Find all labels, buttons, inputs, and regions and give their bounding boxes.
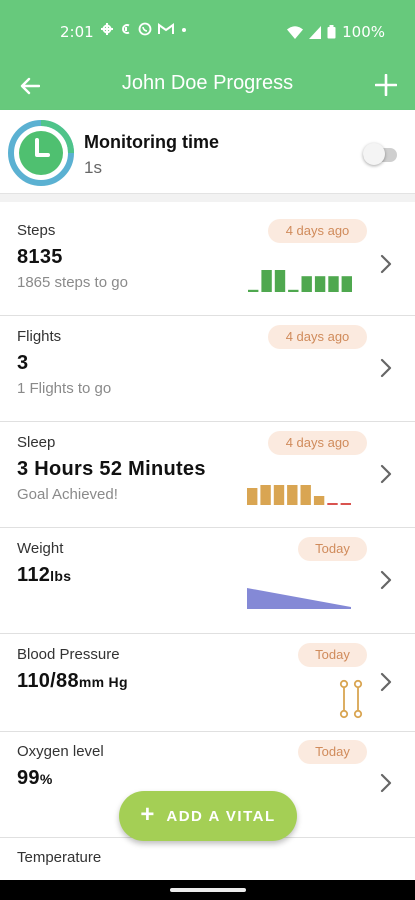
vital-label: Blood Pressure — [17, 646, 120, 663]
chart-bar — [260, 485, 271, 505]
date-badge: 4 days ago — [268, 431, 367, 455]
vital-value-number: 110/88 — [17, 670, 79, 692]
steps-chart — [248, 270, 352, 292]
monitoring-card: Monitoring time 1s — [0, 110, 415, 194]
date-badge: Today — [298, 643, 367, 667]
vital-row-blood-pressure[interactable]: Blood Pressure 110/88mm Hg Today — [0, 634, 415, 732]
vital-label: Sleep — [17, 434, 56, 451]
vital-label: Steps — [17, 222, 56, 239]
signal-icon — [309, 25, 322, 39]
chart-bar — [261, 270, 272, 292]
chart-bar — [327, 503, 338, 505]
chart-bar — [301, 276, 312, 292]
vital-unit: mm Hg — [78, 674, 128, 690]
add-button[interactable] — [369, 68, 403, 102]
vital-value-number: 3 — [17, 352, 29, 374]
date-badge: Today — [298, 740, 367, 764]
vital-sub: Goal Achieved! — [17, 486, 118, 503]
plus-icon: + — [140, 801, 155, 828]
vital-row-temperature[interactable]: Temperature — [0, 838, 415, 880]
vital-label: Temperature — [17, 849, 102, 866]
vital-row-weight[interactable]: Weight 112lbs Today — [0, 528, 415, 634]
vital-row-sleep[interactable]: Sleep 3 Hours 52 Minutes Goal Achieved! … — [0, 422, 415, 528]
chart-bar — [300, 485, 311, 505]
blood-pressure-chart — [339, 679, 363, 719]
plus-icon — [375, 74, 397, 96]
clock-icon — [8, 120, 74, 186]
battery-icon — [327, 25, 336, 39]
whatsapp-icon — [138, 22, 152, 36]
chevron-right-icon — [380, 254, 392, 274]
vital-label: Flights — [17, 328, 62, 345]
chevron-right-icon — [380, 464, 392, 484]
mail-icon — [158, 23, 174, 34]
chart-bar — [273, 485, 285, 505]
date-badge: 4 days ago — [268, 325, 367, 349]
sleep-chart — [247, 485, 351, 505]
system-nav-bar — [0, 880, 415, 900]
chart-bar — [340, 503, 351, 505]
add-vital-label: ADD A VITAL — [166, 807, 276, 825]
chart-bar — [328, 276, 339, 292]
chevron-right-icon — [380, 570, 392, 590]
vital-value-number: 8135 — [17, 246, 63, 268]
chart-bar — [341, 276, 352, 292]
vital-unit: % — [39, 771, 53, 787]
vital-value: 112lbs — [17, 564, 71, 587]
chevron-right-icon — [380, 672, 392, 692]
status-bar: 2:01 100% — [0, 0, 415, 62]
chart-bar — [313, 496, 325, 505]
status-system-icons: 100% — [287, 23, 385, 41]
vital-unit: lbs — [50, 568, 72, 584]
status-time: 2:01 — [60, 23, 94, 41]
vital-value: 3 — [17, 352, 28, 375]
section-gap — [0, 194, 415, 202]
vital-row-flights[interactable]: Flights 3 1 Flights to go 4 days ago — [0, 316, 415, 422]
date-badge: 4 days ago — [268, 219, 367, 243]
vital-sub: 1865 steps to go — [17, 274, 128, 291]
status-notification-icons — [100, 22, 188, 36]
vital-value: 3 Hours 52 Minutes — [17, 458, 206, 481]
grid-icon — [101, 23, 113, 35]
chevron-right-icon — [380, 358, 392, 378]
vital-value-number: 112 — [17, 564, 51, 586]
monitoring-title: Monitoring time — [84, 132, 219, 152]
vital-label: Weight — [17, 540, 64, 557]
vital-value-number: 3 Hours 52 Minutes — [17, 458, 206, 480]
chart-bar — [274, 270, 286, 292]
vital-value-number: 99 — [17, 767, 40, 789]
vital-label: Oxygen level — [17, 743, 104, 760]
page-title: John Doe Progress — [121, 72, 294, 94]
dot-icon — [182, 28, 186, 32]
home-indicator[interactable] — [170, 888, 246, 892]
chart-bar — [288, 289, 299, 292]
chart-bar — [248, 289, 259, 292]
chart-bar — [287, 485, 298, 505]
vital-value: 8135 — [17, 246, 63, 269]
chart-bar — [247, 488, 258, 505]
chevron-right-icon — [380, 773, 392, 793]
add-vital-button[interactable]: + ADD A VITAL — [119, 791, 297, 841]
monitoring-value: 1s — [84, 158, 102, 177]
at-icon — [122, 24, 130, 34]
chart-bar — [314, 276, 326, 292]
wifi-icon — [287, 25, 304, 39]
vital-value: 110/88mm Hg — [17, 670, 128, 693]
vital-sub: 1 Flights to go — [17, 380, 112, 397]
battery-percent: 100% — [342, 23, 385, 41]
app-bar: John Doe Progress — [0, 62, 415, 110]
toggle-thumb — [363, 143, 385, 165]
date-badge: Today — [298, 537, 367, 561]
vital-row-steps[interactable]: Steps 8135 1865 steps to go 4 days ago — [0, 202, 415, 316]
vital-value: 99% — [17, 767, 53, 790]
weight-trend-chart — [247, 588, 351, 609]
